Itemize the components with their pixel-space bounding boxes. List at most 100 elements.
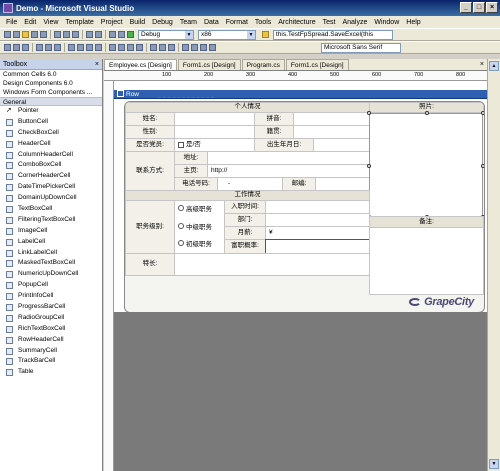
lock-controls-icon[interactable] (209, 44, 216, 51)
toolbox-item[interactable]: RichTextBoxCell (0, 324, 102, 335)
make-same-height-icon[interactable] (77, 44, 84, 51)
menu-window[interactable]: Window (374, 19, 399, 26)
align-centers-icon[interactable] (13, 44, 20, 51)
menu-test[interactable]: Test (323, 19, 336, 26)
salary-field[interactable]: ¥ (265, 226, 370, 240)
align-lefts-icon[interactable] (4, 44, 11, 51)
save-icon[interactable] (31, 31, 38, 38)
photo-image-box[interactable] (367, 111, 484, 219)
department-field[interactable] (265, 213, 370, 227)
toolbox-item[interactable]: SummaryCell (0, 346, 102, 357)
open-icon[interactable] (22, 31, 29, 38)
vertical-spacing-icon[interactable] (150, 44, 157, 51)
add-item-icon[interactable] (13, 31, 20, 38)
menu-build[interactable]: Build (130, 19, 146, 26)
birthday-field[interactable] (313, 138, 370, 152)
radio-mid[interactable]: 中级职务 (178, 222, 212, 232)
undo-icon[interactable] (86, 31, 93, 38)
toolbox-category[interactable]: Common Cells 6.0 (0, 70, 102, 79)
bring-to-front-icon[interactable] (182, 44, 189, 51)
toolbox-item[interactable]: FilteringTextBoxCell (0, 215, 102, 226)
navigate-forward-icon[interactable] (118, 31, 125, 38)
toolbox-category[interactable]: Design Components 6.0 (0, 79, 102, 88)
menu-template[interactable]: Template (65, 19, 93, 26)
menu-view[interactable]: View (43, 19, 58, 26)
menu-debug[interactable]: Debug (152, 19, 173, 26)
toolbox-item[interactable]: TrackBarCell (0, 356, 102, 367)
scroll-down-icon[interactable]: ▼ (489, 459, 499, 469)
resize-handle[interactable] (481, 111, 484, 115)
send-to-back-icon[interactable] (191, 44, 198, 51)
align-rights-icon[interactable] (22, 44, 29, 51)
center-horizontally-icon[interactable] (159, 44, 166, 51)
cut-icon[interactable] (54, 31, 61, 38)
tab-form1-design[interactable]: Form1.cs [Design] (177, 59, 241, 70)
navigate-back-icon[interactable] (109, 31, 116, 38)
menu-format[interactable]: Format (226, 19, 248, 26)
level-radio-group[interactable]: 高级职务 中级职务 初级职务 (174, 200, 225, 254)
make-same-size-icon[interactable] (86, 44, 93, 51)
menu-file[interactable]: File (6, 19, 17, 26)
toolbox-item[interactable]: ButtonCell (0, 117, 102, 128)
toolbox-item[interactable]: RadioGroupCell (0, 313, 102, 324)
toolbox-item[interactable]: NumericUpDownCell (0, 269, 102, 280)
row-header[interactable]: Row (114, 90, 487, 99)
tab-order-icon[interactable] (200, 44, 207, 51)
name-field[interactable] (174, 112, 255, 126)
minimize-button[interactable]: _ (460, 2, 472, 13)
size-to-grid-icon[interactable] (95, 44, 102, 51)
menu-team[interactable]: Team (180, 19, 197, 26)
design-canvas[interactable]: Row 个人情况 照片: 姓名: 拼音: 性别: 籍贯: 是否党员: 是/否 出… (114, 81, 487, 471)
maximize-button[interactable]: □ (473, 2, 485, 13)
toolbox-category[interactable]: Windows Form Components ... (0, 88, 102, 97)
menu-project[interactable]: Project (101, 19, 123, 26)
menu-data[interactable]: Data (204, 19, 219, 26)
toolbox-item[interactable]: RowHeaderCell (0, 335, 102, 346)
toolbox-item[interactable]: ProgressBarCell (0, 302, 102, 313)
toolbox-category-general[interactable]: General (0, 97, 102, 106)
save-all-icon[interactable] (40, 31, 47, 38)
radio-low[interactable]: 初级职务 (178, 240, 212, 249)
new-project-icon[interactable] (4, 31, 11, 38)
start-debugging-icon[interactable] (127, 31, 134, 38)
toolbox-item[interactable]: PrintInfoCell (0, 291, 102, 302)
address-field[interactable] (207, 151, 370, 165)
pinyin-field[interactable] (293, 112, 370, 126)
toolbox-item[interactable]: TextBoxCell (0, 204, 102, 215)
toolbox-item[interactable]: PopupCell (0, 280, 102, 291)
resize-handle[interactable] (425, 111, 429, 115)
find-combo[interactable]: this.TestFpSpread.SaveExcel(this (273, 29, 393, 40)
radio-high[interactable]: 高级职务 (178, 205, 212, 214)
specialty-field[interactable] (174, 253, 370, 276)
toolbox-item[interactable]: CornerHeaderCell (0, 171, 102, 182)
font-name-combo[interactable]: Microsoft Sans Serif (321, 42, 401, 53)
zip-field[interactable] (315, 177, 370, 191)
toolbox-item[interactable]: LabelCell (0, 237, 102, 248)
toolbox-item[interactable]: CheckBoxCell (0, 128, 102, 139)
homepage-field[interactable]: http:// (207, 164, 370, 178)
gender-field[interactable] (174, 125, 255, 139)
toolbox-item[interactable]: MaskedTextBoxCell (0, 258, 102, 269)
center-vertically-icon[interactable] (168, 44, 175, 51)
remove-spacing-icon[interactable] (136, 44, 143, 51)
rating-field[interactable] (265, 239, 370, 254)
resize-handle[interactable] (367, 164, 371, 168)
remark-field[interactable] (369, 227, 484, 295)
toolbox-item[interactable]: ComboBoxCell (0, 160, 102, 171)
toolbox-item[interactable]: ColumnHeaderCell (0, 150, 102, 161)
platform-dropdown[interactable]: x86 ▼ (198, 29, 256, 40)
party-checkbox[interactable]: 是/否 (174, 138, 255, 152)
find-icon[interactable] (262, 31, 269, 38)
resize-handle[interactable] (481, 164, 484, 168)
menu-tools[interactable]: Tools (255, 19, 271, 26)
menu-help[interactable]: Help (406, 19, 420, 26)
close-button[interactable]: × (486, 2, 498, 13)
horizontal-spacing-icon[interactable] (109, 44, 116, 51)
menu-edit[interactable]: Edit (24, 19, 36, 26)
phone-field[interactable]: - (217, 177, 283, 191)
resize-handle[interactable] (367, 111, 371, 115)
native-field[interactable] (293, 125, 370, 139)
close-icon[interactable]: × (480, 59, 484, 70)
menu-analyze[interactable]: Analyze (342, 19, 367, 26)
align-middles-icon[interactable] (45, 44, 52, 51)
